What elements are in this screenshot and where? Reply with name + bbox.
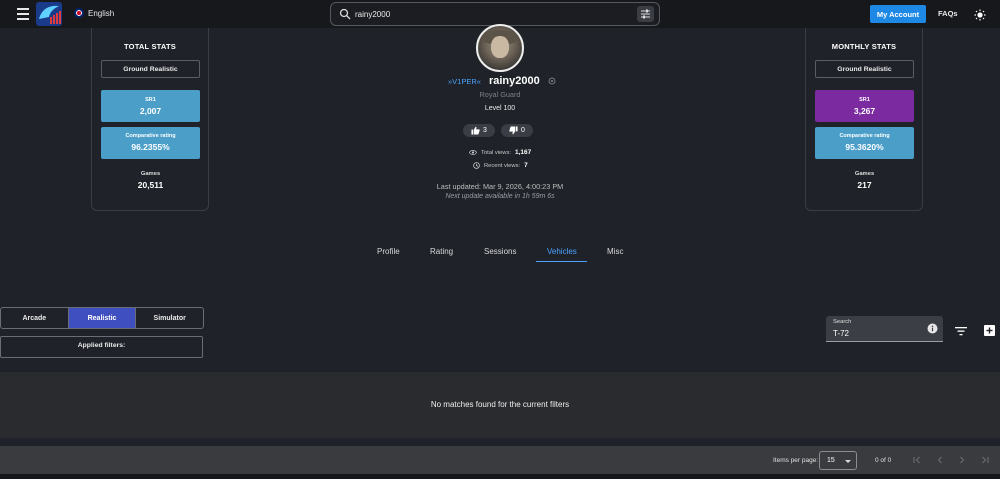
monthly-comparative-box: Comparative rating 95.3620% xyxy=(815,127,914,159)
filter-icon[interactable] xyxy=(955,326,967,336)
recent-views-value: 7 xyxy=(524,162,528,169)
bottom-strip xyxy=(0,474,1000,479)
items-per-page-select[interactable]: 15 xyxy=(819,451,857,470)
next-update: Next update available in 1h 59m 6s xyxy=(445,193,555,200)
mode-simulator-button[interactable]: Simulator xyxy=(136,308,203,328)
clan-tag[interactable]: »V1PER« xyxy=(448,77,481,86)
like-button[interactable]: 3 xyxy=(463,124,495,137)
total-stats-title: TOTAL STATS xyxy=(124,42,176,51)
last-updated: Last updated: Mar 9, 2026, 4:00:23 PM xyxy=(436,182,564,191)
copy-icon[interactable] xyxy=(548,77,556,85)
tab-sessions[interactable]: Sessions xyxy=(484,247,516,256)
global-search-input[interactable] xyxy=(355,7,615,22)
total-views-label: Total views: xyxy=(481,149,511,156)
monthly-games-value: 217 xyxy=(857,180,872,190)
monthly-comparative-label: Comparative rating xyxy=(839,133,890,139)
monthly-mode-select[interactable]: Ground Realistic xyxy=(815,60,914,78)
monthly-comparative-value: 95.3620% xyxy=(845,142,884,152)
recent-views: Recent views: 7 xyxy=(473,162,558,169)
tab-misc[interactable]: Misc xyxy=(607,247,623,256)
total-comparative-box: Comparative rating 96.2355% xyxy=(101,127,200,159)
total-comparative-value: 96.2355% xyxy=(131,142,170,152)
dislike-count: 0 xyxy=(521,127,525,134)
language-selector[interactable]: English xyxy=(74,8,114,18)
total-stats-card: TOTAL STATS Ground Realistic SR1 2,007 C… xyxy=(91,28,209,211)
add-box-icon[interactable] xyxy=(984,325,995,336)
dislike-button[interactable]: 0 xyxy=(501,124,533,137)
mode-arcade-button[interactable]: Arcade xyxy=(1,308,69,328)
menu-icon[interactable] xyxy=(17,8,29,20)
tab-vehicles[interactable]: Vehicles xyxy=(547,247,577,256)
vehicle-search[interactable]: Search xyxy=(826,316,943,342)
player-name-row: »V1PER« rainy2000 xyxy=(448,75,558,87)
total-sr1-label: SR1 xyxy=(145,97,156,103)
total-mode-select[interactable]: Ground Realistic xyxy=(101,60,200,78)
applied-filters: Applied filters: xyxy=(0,336,203,358)
total-games-value: 20,511 xyxy=(137,180,164,190)
player-title: Royal Guard xyxy=(479,90,521,99)
flag-icon xyxy=(74,8,84,18)
avatar xyxy=(476,24,524,72)
faqs-link[interactable]: FAQs xyxy=(938,9,958,18)
total-views: Total views: 1,167 xyxy=(469,149,554,156)
total-games-label: Games xyxy=(140,171,161,177)
total-comparative-label: Comparative rating xyxy=(125,133,176,139)
logo-icon[interactable] xyxy=(36,2,62,26)
global-search[interactable] xyxy=(330,2,660,26)
total-sr1-value: 2,007 xyxy=(139,106,162,116)
active-tab-indicator xyxy=(536,261,587,262)
brightness-icon[interactable] xyxy=(974,9,986,21)
total-views-value: 1,167 xyxy=(514,149,532,156)
game-mode-toggle: Arcade Realistic Simulator xyxy=(0,307,204,329)
vehicle-search-label: Search xyxy=(833,319,852,325)
monthly-games-label: Games xyxy=(854,171,875,177)
player-level: Level 100 xyxy=(484,105,516,112)
eye-icon xyxy=(469,150,477,155)
vehicles-table: No matches found for the current filters xyxy=(0,372,1000,438)
monthly-sr1-box: SR1 3,267 xyxy=(815,90,914,122)
monthly-stats-title: MONTHLY STATS xyxy=(831,42,897,51)
language-label: English xyxy=(88,8,115,18)
empty-results-message: No matches found for the current filters xyxy=(430,400,570,409)
thumbs-down-icon xyxy=(509,126,518,135)
username: rainy2000 xyxy=(488,75,540,87)
chevron-down-icon xyxy=(845,460,851,463)
paginator: Items per page: 15 0 of 0 xyxy=(0,446,1000,474)
clock-icon xyxy=(473,162,480,169)
total-games: Games 20,511 xyxy=(101,171,200,190)
monthly-sr1-label: SR1 xyxy=(859,97,870,103)
next-page-icon[interactable] xyxy=(957,455,967,465)
tune-icon[interactable] xyxy=(637,6,654,22)
monthly-stats-card: MONTHLY STATS Ground Realistic SR1 3,267… xyxy=(805,28,923,211)
thumbs-up-icon xyxy=(471,126,480,135)
page-range: 0 of 0 xyxy=(875,457,892,464)
like-count: 3 xyxy=(483,127,487,134)
recent-views-label: Recent views: xyxy=(484,162,521,169)
items-per-page-label: Items per page: xyxy=(773,457,819,464)
my-account-button[interactable]: My Account xyxy=(870,5,926,23)
mode-realistic-button[interactable]: Realistic xyxy=(68,308,137,328)
items-per-page-value: 15 xyxy=(827,457,835,464)
last-page-icon[interactable] xyxy=(980,455,990,465)
info-icon[interactable] xyxy=(927,323,938,334)
tab-profile[interactable]: Profile xyxy=(377,247,400,256)
previous-page-icon[interactable] xyxy=(935,455,945,465)
vehicle-search-input[interactable] xyxy=(833,327,913,339)
total-sr1-box: SR1 2,007 xyxy=(101,90,200,122)
first-page-icon[interactable] xyxy=(912,455,922,465)
monthly-sr1-value: 3,267 xyxy=(853,106,876,116)
monthly-games: Games 217 xyxy=(815,171,914,190)
search-icon xyxy=(339,8,351,20)
tab-rating[interactable]: Rating xyxy=(430,247,453,256)
